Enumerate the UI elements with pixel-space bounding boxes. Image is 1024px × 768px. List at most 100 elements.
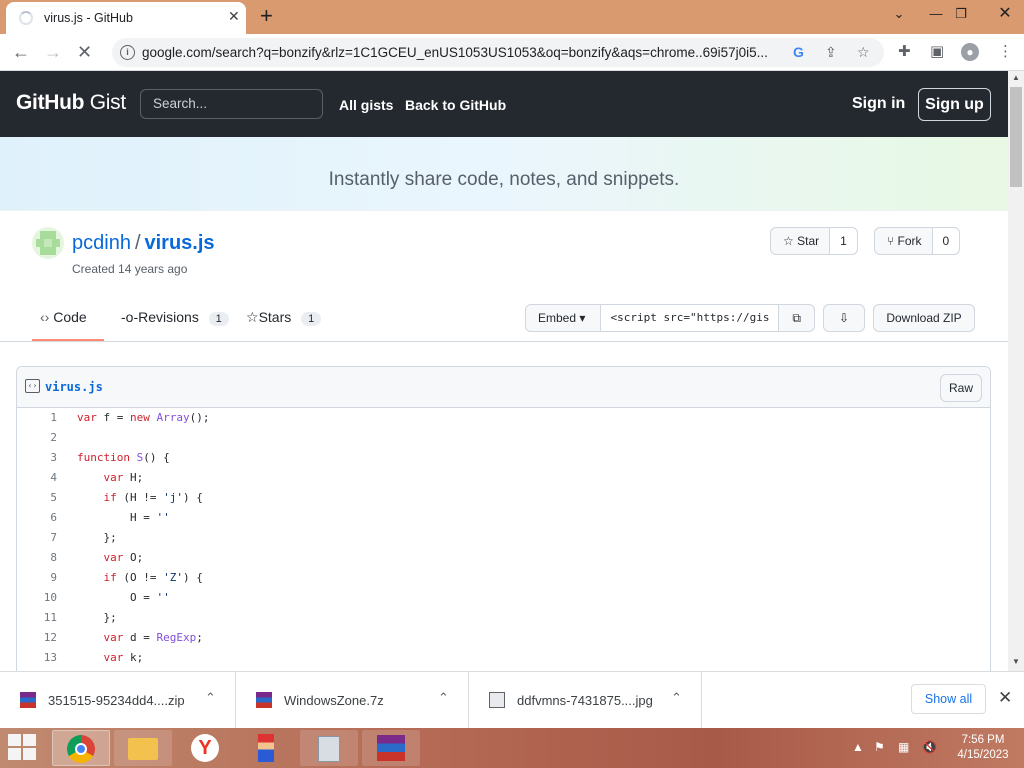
tab-title: virus.js - GitHub xyxy=(44,11,133,25)
site-info-icon[interactable]: i xyxy=(120,45,135,60)
raw-button[interactable]: Raw xyxy=(940,374,982,402)
tagline-banner: Instantly share code, notes, and snippet… xyxy=(0,137,1008,211)
stars-counter: 1 xyxy=(301,312,322,326)
url-text[interactable]: google.com/search?q=bonzify&rlz=1C1GCEU_… xyxy=(142,45,792,60)
yandex-taskbar-icon[interactable]: Y xyxy=(176,730,234,766)
window-close-icon[interactable]: ✕ xyxy=(990,4,1020,24)
loading-spinner-icon xyxy=(19,11,33,25)
close-downloads-icon[interactable]: ✕ xyxy=(998,688,1012,708)
fork-button[interactable]: ⑂ Fork 0 xyxy=(874,227,961,255)
star-count[interactable]: 1 xyxy=(830,228,857,254)
page-scrollbar[interactable]: ▲ ▼ xyxy=(1008,71,1024,671)
chevron-up-icon[interactable]: ⌃ xyxy=(205,690,216,706)
profile-avatar-icon[interactable]: ● xyxy=(961,43,979,61)
tab-search-icon[interactable]: ⌄ xyxy=(884,4,914,24)
active-tab-underline xyxy=(32,339,104,341)
recycle-bin-taskbar-icon[interactable] xyxy=(300,730,358,766)
forward-icon[interactable]: → xyxy=(44,42,62,62)
archive-icon xyxy=(20,692,36,708)
embed-select[interactable]: Embed ▾ xyxy=(526,305,601,331)
code-line: 9 if (O != 'Z') { xyxy=(50,571,203,584)
stop-loading-icon[interactable]: ✕ xyxy=(77,42,92,62)
show-all-button[interactable]: Show all xyxy=(911,684,986,714)
all-gists-link[interactable]: All gists xyxy=(339,97,393,113)
tab-revisions[interactable]: -o-Revisions 1 xyxy=(121,309,229,326)
file-explorer-taskbar-icon[interactable] xyxy=(114,730,172,766)
gist-header: GitHub Gist Search... All gists Back to … xyxy=(0,71,1008,137)
tab-code[interactable]: ‹› Code xyxy=(40,309,87,325)
code-line: 7 }; xyxy=(50,531,117,544)
network-icon[interactable]: ▦ xyxy=(898,740,909,754)
copy-icon[interactable]: ⧉ xyxy=(779,305,814,331)
code-line: 8 var O; xyxy=(50,551,144,564)
open-in-desktop-button[interactable]: ⇩ xyxy=(823,304,865,332)
address-bar[interactable]: i google.com/search?q=bonzify&rlz=1C1GCE… xyxy=(112,38,884,67)
tab-stars[interactable]: ☆Stars 1 xyxy=(246,309,322,326)
scroll-up-icon[interactable]: ▲ xyxy=(1008,73,1024,82)
download-item[interactable]: 351515-95234dd4....zip ⌃ xyxy=(0,672,236,728)
side-panel-icon[interactable]: ▣ xyxy=(930,43,944,61)
chevron-up-icon[interactable]: ⌃ xyxy=(671,690,682,706)
download-zip-button[interactable]: Download ZIP xyxy=(873,304,975,332)
code-line: 4 var H; xyxy=(50,471,144,484)
created-timestamp: Created 14 years ago xyxy=(72,262,188,276)
winrar-taskbar-icon[interactable] xyxy=(362,730,420,766)
tray-overflow-icon[interactable]: ▲ xyxy=(852,740,864,754)
fork-count[interactable]: 0 xyxy=(932,228,960,254)
browser-titlebar: virus.js - GitHub ✕ + ⌄ — ❐ ✕ xyxy=(0,0,1024,34)
volume-muted-icon[interactable]: 🔇 xyxy=(922,740,937,754)
tagline-text: Instantly share code, notes, and snippet… xyxy=(328,169,680,190)
code-line: 13 var k; xyxy=(43,651,144,664)
file-name-link[interactable]: virus.js xyxy=(45,380,103,394)
code-line: 6 H = '' xyxy=(50,511,170,524)
embed-control: Embed ▾ <script src="https://gis ⧉ xyxy=(525,304,815,332)
star-label: Star xyxy=(797,234,820,248)
revisions-counter: 1 xyxy=(208,312,229,326)
embed-url-input[interactable]: <script src="https://gis xyxy=(600,305,780,331)
google-lens-icon[interactable]: G xyxy=(793,43,804,61)
download-item[interactable]: WindowsZone.7z ⌃ xyxy=(236,672,469,728)
image-file-icon xyxy=(489,692,505,708)
taskbar-clock[interactable]: 7:56 PM 4/15/2023 xyxy=(950,733,1016,763)
archive-icon xyxy=(256,692,272,708)
code-line: 11 }; xyxy=(43,611,117,624)
tab-close-icon[interactable]: ✕ xyxy=(228,8,240,25)
extensions-icon[interactable]: ✚ xyxy=(898,43,911,61)
desktop-download-icon: ⇩ xyxy=(838,311,850,325)
code-line: 2 xyxy=(50,431,57,444)
star-icon: ☆ xyxy=(783,234,794,248)
scroll-thumb[interactable] xyxy=(1010,87,1022,187)
gist-title: pcdinh / virus.js xyxy=(72,232,215,255)
restore-icon[interactable]: ❐ xyxy=(946,4,976,24)
share-icon[interactable]: ⇪ xyxy=(825,43,837,61)
sign-in-link[interactable]: Sign in xyxy=(852,95,905,113)
file-code-icon: ‹› xyxy=(25,379,40,393)
back-icon[interactable]: ← xyxy=(12,42,30,62)
back-to-github-link[interactable]: Back to GitHub xyxy=(405,97,506,113)
avatar[interactable] xyxy=(32,227,64,259)
browser-tab[interactable]: virus.js - GitHub ✕ xyxy=(6,2,246,34)
fork-icon: ⑂ xyxy=(887,234,895,248)
sign-up-button[interactable]: Sign up xyxy=(918,88,991,121)
gist-owner-link[interactable]: pcdinh xyxy=(72,232,131,254)
caret-down-icon: ▾ xyxy=(579,311,586,325)
chevron-up-icon[interactable]: ⌃ xyxy=(438,690,449,706)
browser-menu-icon[interactable]: ⋮ xyxy=(998,43,1013,61)
new-tab-icon[interactable]: + xyxy=(260,3,273,29)
download-item[interactable]: ddfvmns-7431875....jpg ⌃ xyxy=(469,672,702,728)
github-gist-logo[interactable]: GitHub Gist xyxy=(16,91,126,115)
commit-icon: -o- xyxy=(121,309,139,325)
game-taskbar-icon[interactable] xyxy=(238,730,296,766)
scroll-down-icon[interactable]: ▼ xyxy=(1008,657,1024,666)
windows-taskbar: Y ▲ ⚑ ▦ 🔇 7:56 PM 4/15/2023 xyxy=(0,728,1024,768)
downloads-bar: 351515-95234dd4....zip ⌃ WindowsZone.7z … xyxy=(0,671,1024,728)
search-input[interactable]: Search... xyxy=(140,89,323,119)
star-button[interactable]: ☆ Star 1 xyxy=(770,227,858,255)
flag-icon[interactable]: ⚑ xyxy=(874,740,885,754)
chrome-taskbar-icon[interactable] xyxy=(52,730,110,766)
fork-label: Fork xyxy=(897,234,922,248)
windows-start-icon[interactable] xyxy=(8,734,38,762)
gist-name-link[interactable]: virus.js xyxy=(145,232,215,254)
bookmark-star-icon[interactable]: ☆ xyxy=(857,43,870,61)
code-line: 10 O = '' xyxy=(43,591,170,604)
